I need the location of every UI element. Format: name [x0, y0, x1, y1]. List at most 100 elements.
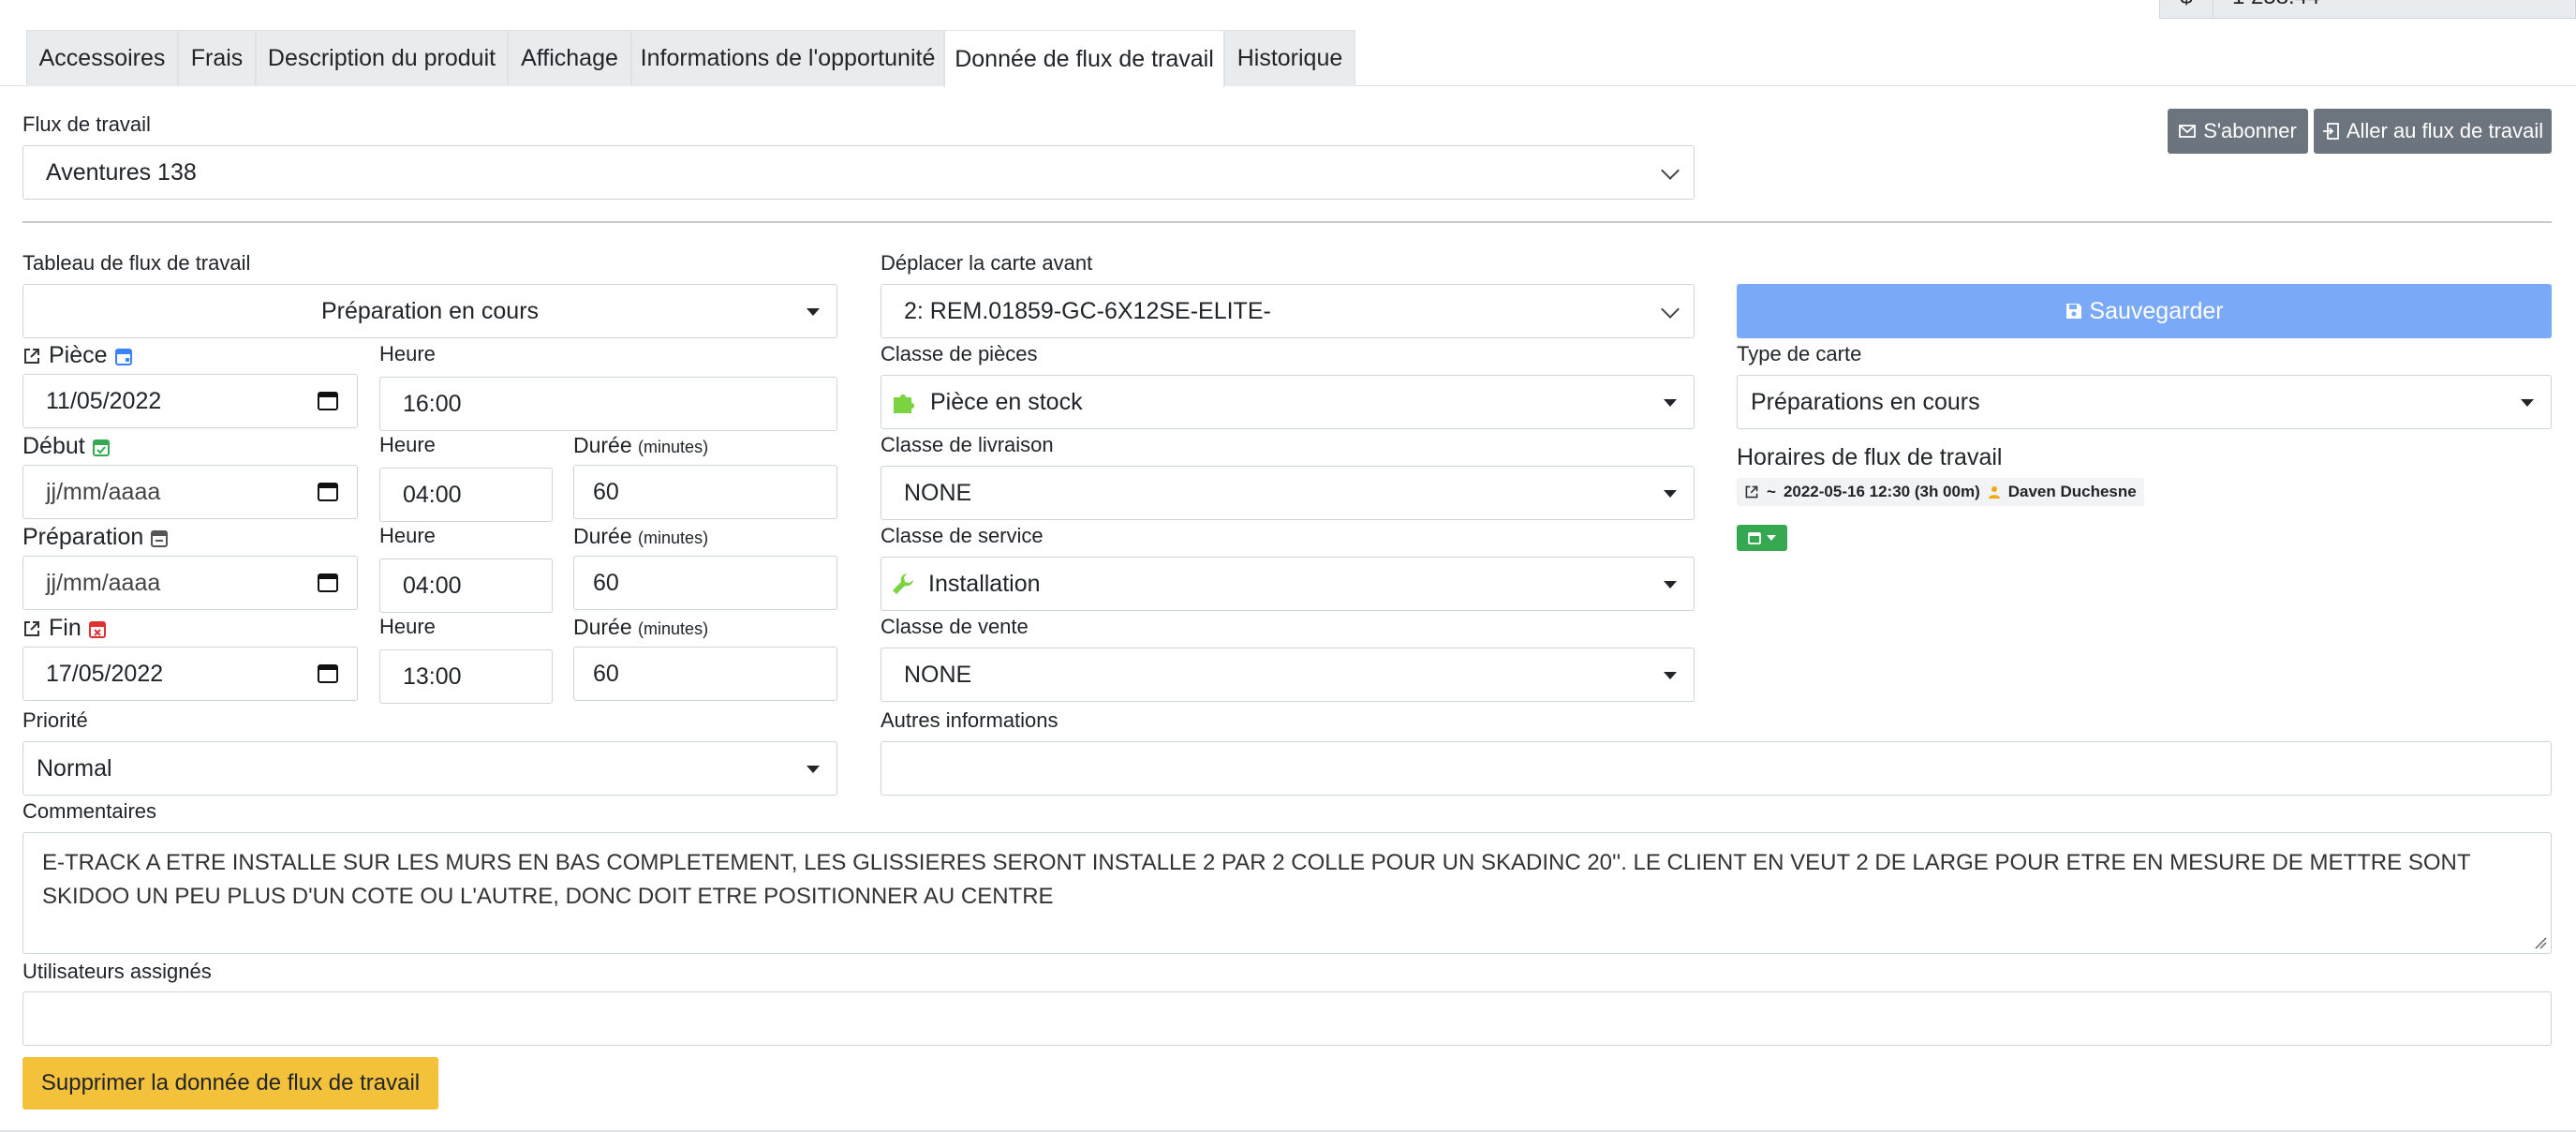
move-card-select[interactable]: 2: REM.01859-GC-6X12SE-ELITE-: [881, 284, 1695, 338]
board-value: Préparation en cours: [320, 297, 540, 324]
piece-time-value: 16:00: [403, 390, 462, 417]
tab-accessoires[interactable]: Accessoires: [26, 30, 178, 86]
fin-label-text: Fin: [49, 615, 81, 641]
fin-time-input[interactable]: 13:00: [379, 649, 553, 704]
fin-time-label: Heure: [379, 615, 436, 638]
piece-date-label: Pièce: [22, 342, 132, 369]
goto-workflow-button[interactable]: Aller au flux de travail: [2314, 109, 2552, 154]
other-info-label: Autres informations: [881, 708, 1059, 732]
duration-label-text: Durée: [573, 524, 632, 548]
schedule-entry[interactable]: ~ 2022-05-16 12:30 (3h 00m) Daven Duches…: [1737, 478, 2144, 506]
preparation-date-input[interactable]: jj/mm/aaaa: [22, 556, 358, 610]
user-icon: [1988, 486, 2000, 499]
piece-label-text: Pièce: [49, 342, 108, 368]
debut-date-label: Début: [22, 433, 110, 460]
calendar-check-icon[interactable]: [92, 438, 110, 456]
tab-historique[interactable]: Historique: [1224, 30, 1355, 86]
add-schedule-button[interactable]: [1737, 525, 1787, 551]
calendar-picker-icon[interactable]: [318, 663, 338, 683]
classe-livraison-label: Classe de livraison: [881, 433, 1054, 456]
section-divider: [22, 221, 2552, 223]
caret-down-icon: [807, 308, 820, 316]
external-link-icon[interactable]: [22, 347, 41, 365]
external-link-icon[interactable]: [22, 619, 41, 638]
floppy-disk-icon: [2066, 304, 2082, 319]
schedule-entry-text: 2022-05-16 12:30 (3h 00m): [1783, 483, 1980, 500]
workflow-select[interactable]: Aventures 138: [22, 145, 1695, 200]
board-select[interactable]: Préparation en cours: [22, 284, 837, 338]
board-label: Tableau de flux de travail: [22, 251, 251, 275]
fin-duration-input[interactable]: 60: [573, 647, 837, 701]
classe-livraison-select[interactable]: NONE: [881, 466, 1695, 520]
card-type-label: Type de carte: [1737, 342, 1862, 365]
piece-time-input[interactable]: 16:00: [379, 377, 837, 431]
debut-duration-value: 60: [593, 478, 619, 505]
comments-textarea[interactable]: E-TRACK A ETRE INSTALLE SUR LES MURS EN …: [22, 832, 2552, 954]
workflow-label: Flux de travail: [22, 112, 151, 136]
save-button[interactable]: Sauvegarder: [1737, 284, 2552, 338]
calendar-icon[interactable]: [114, 347, 132, 365]
currency-symbol: $: [2180, 0, 2192, 10]
fin-date-value: 17/05/2022: [46, 660, 164, 687]
fin-date-input[interactable]: 17/05/2022: [22, 647, 358, 701]
subscribe-label: S'abonner: [2203, 119, 2297, 142]
tab-donnee-flux-travail[interactable]: Donnée de flux de travail: [944, 30, 1224, 87]
amount-input[interactable]: 1 258.44: [2213, 0, 2576, 19]
calendar-icon: [1748, 532, 1761, 544]
debut-date-value: jj/mm/aaaa: [46, 478, 161, 505]
top-amount-group: $ 1 258.44: [2159, 0, 2576, 19]
calendar-minus-icon[interactable]: [151, 529, 169, 547]
move-card-label: Déplacer la carte avant: [881, 251, 1093, 275]
comments-label: Commentaires: [22, 799, 157, 823]
classe-service-select[interactable]: Installation: [881, 557, 1695, 611]
classe-pieces-label: Classe de pièces: [881, 342, 1038, 365]
calendar-picker-icon[interactable]: [318, 390, 338, 410]
external-link-icon[interactable]: [1744, 484, 1759, 499]
tab-informations-opportunite[interactable]: Informations de l'opportunité: [631, 30, 944, 86]
minutes-label: (minutes): [638, 619, 709, 638]
save-label: Sauvegarder: [2089, 297, 2224, 324]
classe-vente-value: NONE: [904, 661, 972, 688]
calendar-picker-icon[interactable]: [318, 572, 338, 592]
classe-vente-select[interactable]: NONE: [881, 648, 1695, 702]
calendar-x-icon[interactable]: [88, 619, 106, 638]
debut-time-value: 04:00: [403, 481, 462, 508]
chevron-down-icon: [1661, 161, 1680, 180]
priority-label: Priorité: [22, 708, 88, 732]
piece-date-input[interactable]: 11/05/2022: [22, 374, 358, 428]
preparation-duration-input[interactable]: 60: [573, 556, 837, 610]
debut-date-input[interactable]: jj/mm/aaaa: [22, 465, 358, 519]
preparation-duration-label: Durée (minutes): [573, 524, 708, 549]
classe-pieces-select[interactable]: Pièce en stock: [881, 375, 1695, 429]
priority-select[interactable]: Normal: [22, 741, 837, 796]
delete-workflow-data-button[interactable]: Supprimer la donnée de flux de travail: [22, 1057, 438, 1110]
fin-time-value: 13:00: [403, 663, 462, 690]
classe-pieces-value: Pièce en stock: [930, 388, 1083, 415]
classe-vente-label: Classe de vente: [881, 615, 1029, 638]
caret-down-icon: [1664, 672, 1677, 679]
assigned-users-input[interactable]: [22, 991, 2552, 1046]
tab-affichage[interactable]: Affichage: [508, 30, 631, 86]
caret-down-icon: [1664, 399, 1677, 407]
priority-value: Normal: [37, 754, 112, 782]
duration-label-text: Durée: [573, 615, 632, 639]
workflow-value: Aventures 138: [46, 158, 197, 186]
amount-value: 1 258.44: [2232, 0, 2319, 10]
classe-service-value: Installation: [928, 570, 1041, 597]
card-type-select[interactable]: Préparations en cours: [1737, 375, 2552, 429]
tab-frais[interactable]: Frais: [178, 30, 256, 86]
other-info-input[interactable]: [881, 741, 2552, 796]
classe-livraison-value: NONE: [904, 479, 972, 506]
resize-handle-icon[interactable]: [2534, 936, 2547, 949]
subscribe-button[interactable]: S'abonner: [2168, 109, 2308, 154]
debut-duration-input[interactable]: 60: [573, 465, 837, 519]
preparation-time-input[interactable]: 04:00: [379, 559, 553, 613]
piece-time-label: Heure: [379, 342, 436, 365]
preparation-duration-value: 60: [593, 569, 619, 596]
debut-time-input[interactable]: 04:00: [379, 468, 553, 522]
calendar-picker-icon[interactable]: [318, 481, 338, 501]
tab-description-produit[interactable]: Description du produit: [256, 30, 508, 86]
caret-down-icon: [2521, 399, 2534, 407]
preparation-time-value: 04:00: [403, 572, 462, 599]
preparation-date-value: jj/mm/aaaa: [46, 569, 161, 596]
